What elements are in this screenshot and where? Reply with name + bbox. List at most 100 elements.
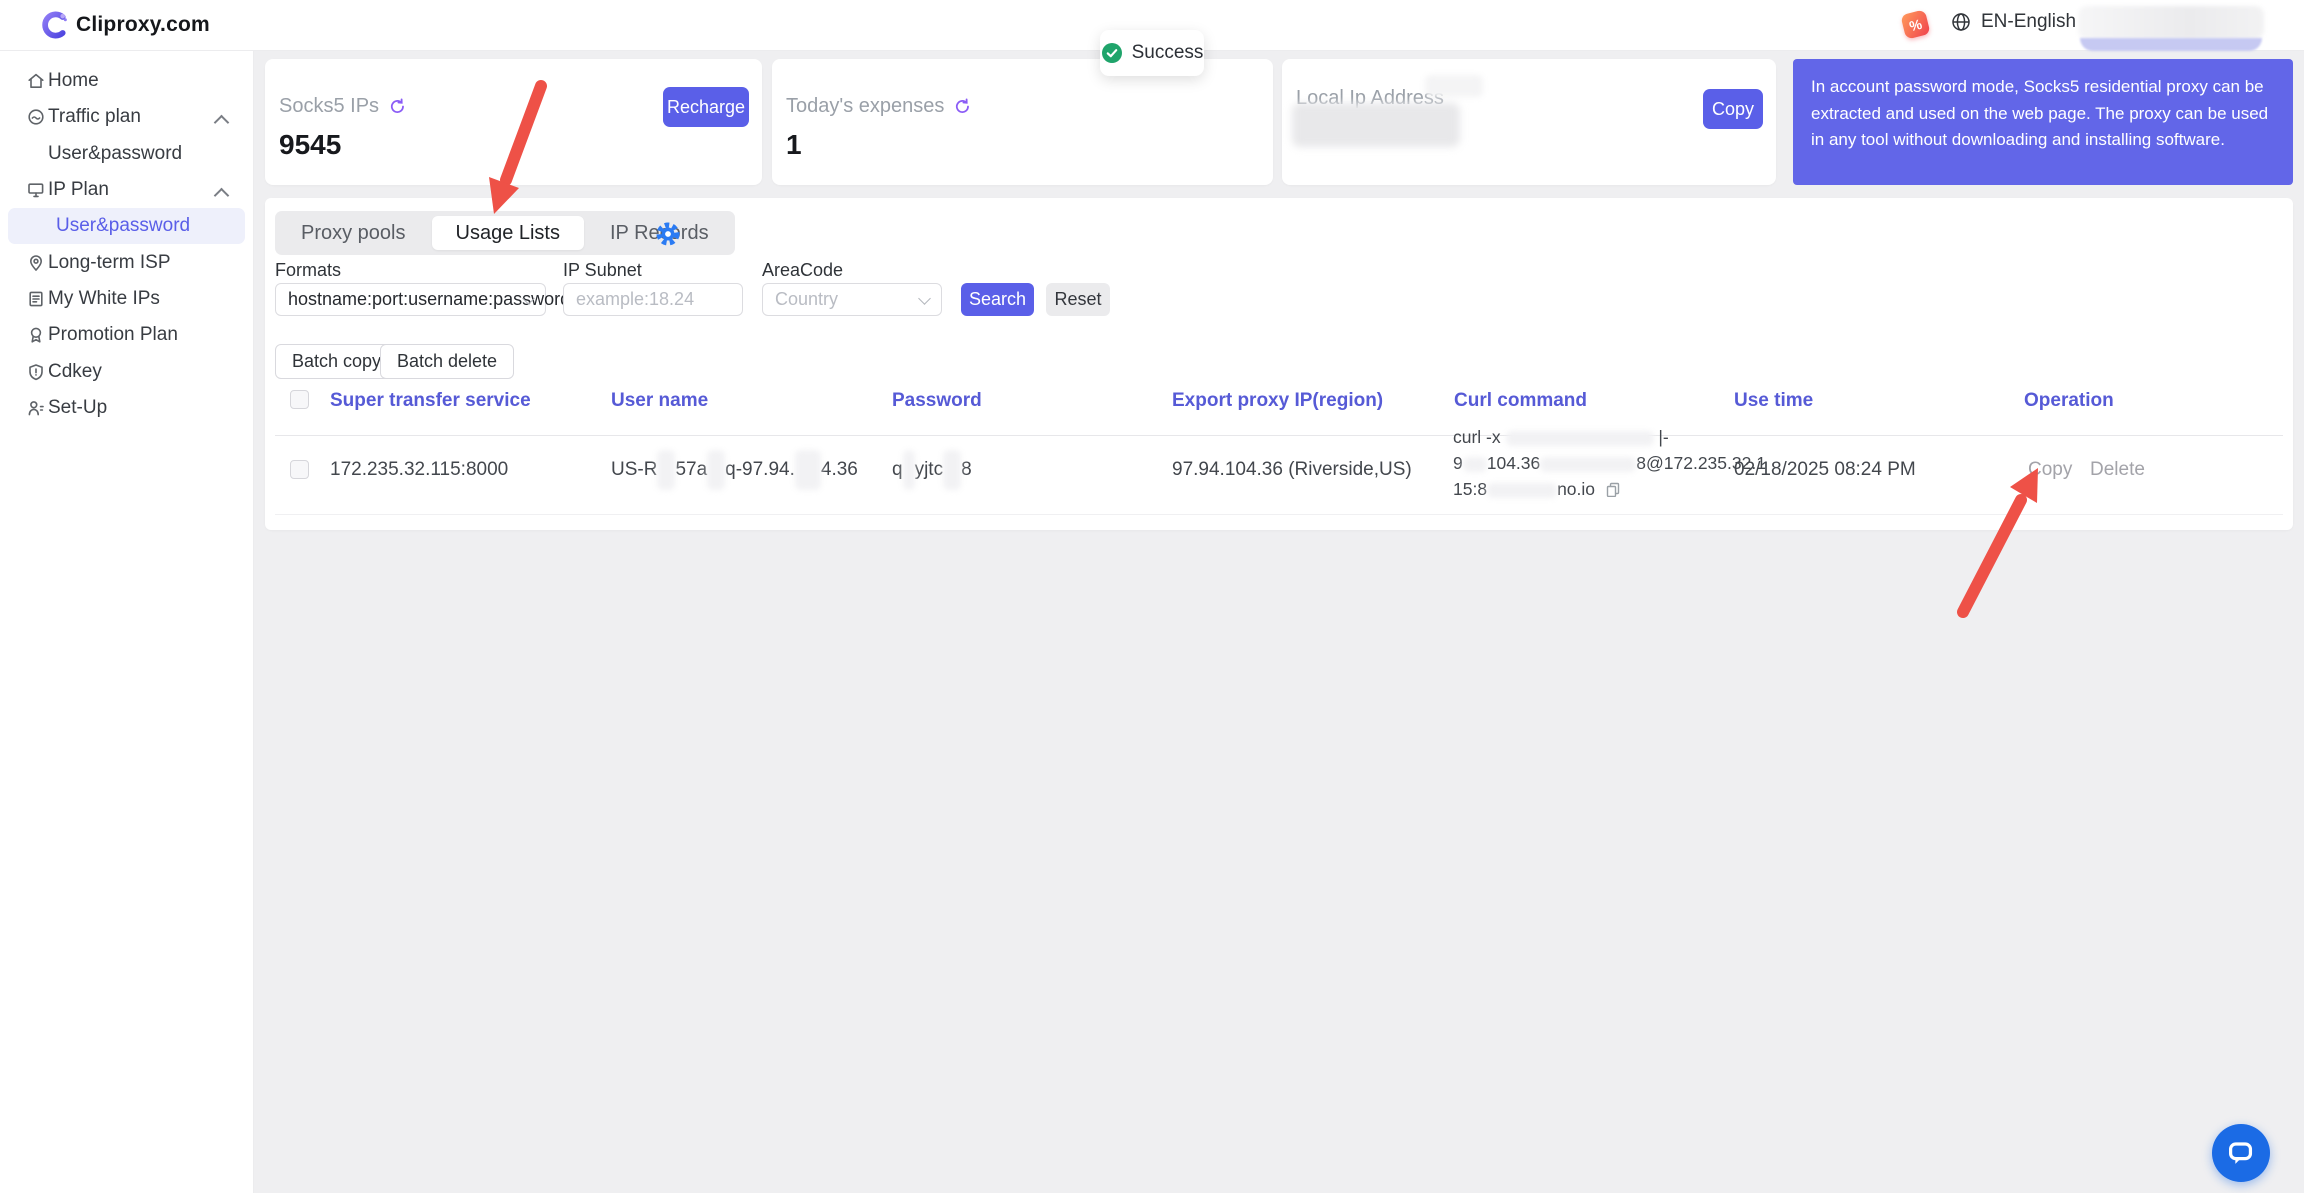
shield-icon: [26, 362, 46, 382]
redacted-text: [943, 450, 961, 490]
app-root: Cliproxy.com % EN-English Home Traffic p…: [0, 0, 2304, 1193]
col-password: Password: [892, 390, 982, 412]
todays-expenses-card: Today's expenses 1: [772, 59, 1273, 185]
cell-username: US-R57aq-97.94.4.36: [611, 450, 858, 490]
select-all-checkbox[interactable]: [290, 390, 309, 409]
sidebar-item-traffic-plan[interactable]: Traffic plan: [0, 99, 253, 135]
area-code-select[interactable]: Country: [762, 283, 942, 316]
socks5-ips-title: Socks5 IPs: [279, 95, 379, 118]
sidebar-item-label: User&password: [48, 143, 182, 165]
curl-line-3: 15:8no.io: [1453, 476, 1766, 502]
col-super-transfer-service: Super transfer service: [330, 390, 531, 412]
logo-icon: [38, 9, 68, 41]
cell-service: 172.235.32.115:8000: [330, 456, 508, 484]
refresh-icon[interactable]: [388, 97, 407, 116]
chat-icon: [2224, 1136, 2258, 1170]
sidebar-item-my-white-ips[interactable]: My White IPs: [0, 281, 253, 317]
col-user-name: User name: [611, 390, 708, 412]
sidebar-item-home[interactable]: Home: [0, 63, 253, 99]
cell-export-ip: 97.94.104.36 (Riverside,US): [1172, 456, 1412, 484]
chevron-down-icon: [918, 292, 931, 305]
sidebar-item-userpassword-traffic[interactable]: User&password: [0, 136, 253, 172]
language-label: EN-English: [1981, 11, 2076, 33]
globe-icon: [1950, 11, 1972, 33]
pin-icon: [26, 253, 46, 273]
refresh-icon[interactable]: [953, 97, 972, 116]
ip-subnet-input[interactable]: [563, 283, 743, 316]
ip-subnet-label: IP Subnet: [563, 260, 642, 281]
chat-button[interactable]: [2212, 1124, 2270, 1182]
row-copy-link[interactable]: Copy: [2028, 456, 2072, 484]
chevron-up-icon: [214, 188, 230, 204]
curl-line-2: 9104.368@172.235.32.1: [1453, 450, 1766, 476]
sidebar-item-label: My White IPs: [48, 288, 160, 310]
sidebar-item-label: Set-Up: [48, 397, 107, 419]
sidebar-item-long-term-isp[interactable]: Long-term ISP: [0, 245, 253, 281]
row-delete-link[interactable]: Delete: [2090, 456, 2145, 484]
brand-logo[interactable]: Cliproxy.com: [38, 9, 210, 41]
account-highlight-bar: [2080, 38, 2262, 51]
toast-label: Success: [1132, 42, 1204, 64]
copy-icon[interactable]: [1605, 481, 1621, 497]
sidebar-item-label: Promotion Plan: [48, 324, 178, 346]
redacted-text: [657, 450, 675, 490]
tab-usage-lists[interactable]: Usage Lists: [432, 216, 585, 250]
col-curl-command: Curl command: [1454, 390, 1587, 412]
redacted-text: [1463, 457, 1487, 472]
language-selector[interactable]: EN-English: [1950, 11, 2096, 33]
formats-select[interactable]: hostname:port:username:password: [275, 283, 546, 316]
socks5-ips-card: Socks5 IPs 9545 Recharge: [265, 59, 762, 185]
redacted-text: [1487, 483, 1557, 498]
cell-password: qyjtc8: [892, 450, 972, 490]
tab-proxy-pools[interactable]: Proxy pools: [277, 211, 430, 255]
recharge-button[interactable]: Recharge: [663, 87, 749, 127]
sidebar-item-cdkey[interactable]: Cdkey: [0, 354, 253, 390]
copy-ip-button[interactable]: Copy: [1703, 89, 1763, 129]
home-icon: [26, 71, 46, 91]
sidebar: Home Traffic plan User&password IP Plan …: [0, 50, 254, 1193]
area-code-placeholder: Country: [775, 289, 838, 310]
redacted-text: [795, 450, 821, 490]
reset-button[interactable]: Reset: [1046, 283, 1110, 316]
todays-expenses-title: Today's expenses: [786, 95, 944, 118]
todays-expenses-value: 1: [786, 129, 802, 161]
sidebar-item-label: Long-term ISP: [48, 252, 171, 274]
redacted-text: [1540, 457, 1636, 472]
main-panel: Proxy pools Usage Lists IP Records Forma…: [265, 198, 2293, 530]
sidebar-item-ip-plan[interactable]: IP Plan: [0, 172, 253, 208]
sidebar-item-userpassword-ipplan[interactable]: User&password: [8, 208, 245, 244]
cell-curl-command: curl -x |- 9104.368@172.235.32.1 15:8no.…: [1453, 424, 1766, 502]
batch-delete-button[interactable]: Batch delete: [380, 344, 514, 379]
redacted-text: [1425, 75, 1483, 97]
sidebar-item-promotion-plan[interactable]: Promotion Plan: [0, 317, 253, 353]
row-checkbox[interactable]: [290, 460, 309, 479]
search-button[interactable]: Search: [961, 283, 1034, 316]
area-code-label: AreaCode: [762, 260, 843, 281]
success-toast: Success: [1100, 30, 1204, 76]
table-row-divider: [275, 514, 2283, 515]
sidebar-item-set-up[interactable]: Set-Up: [0, 390, 253, 426]
account-redacted[interactable]: [2078, 6, 2264, 39]
redacted-text: [903, 450, 915, 490]
discount-badge-icon[interactable]: %: [1900, 9, 1930, 39]
sidebar-item-label: Traffic plan: [48, 106, 141, 128]
cell-use-time: 02/18/2025 08:24 PM: [1734, 456, 1916, 484]
chevron-up-icon: [214, 115, 230, 131]
curl-line-1: curl -x |-: [1453, 424, 1766, 450]
table-header-divider: [275, 435, 2283, 436]
local-ip-card: Local Ip Address Copy: [1282, 59, 1776, 185]
info-banner: In account password mode, Socks5 residen…: [1793, 59, 2293, 185]
traffic-plan-icon: [26, 107, 46, 127]
list-icon: [26, 289, 46, 309]
sidebar-item-label: User&password: [56, 215, 190, 237]
col-use-time: Use time: [1734, 390, 1813, 412]
gear-icon[interactable]: [654, 220, 682, 248]
sidebar-item-label: IP Plan: [48, 179, 109, 201]
redacted-text: [1506, 431, 1654, 446]
person-icon: [26, 398, 46, 418]
col-export-proxy-ip: Export proxy IP(region): [1172, 390, 1383, 412]
formats-label: Formats: [275, 260, 341, 281]
monitor-icon: [26, 180, 46, 200]
medal-icon: [26, 325, 46, 345]
sidebar-item-label: Cdkey: [48, 361, 102, 383]
